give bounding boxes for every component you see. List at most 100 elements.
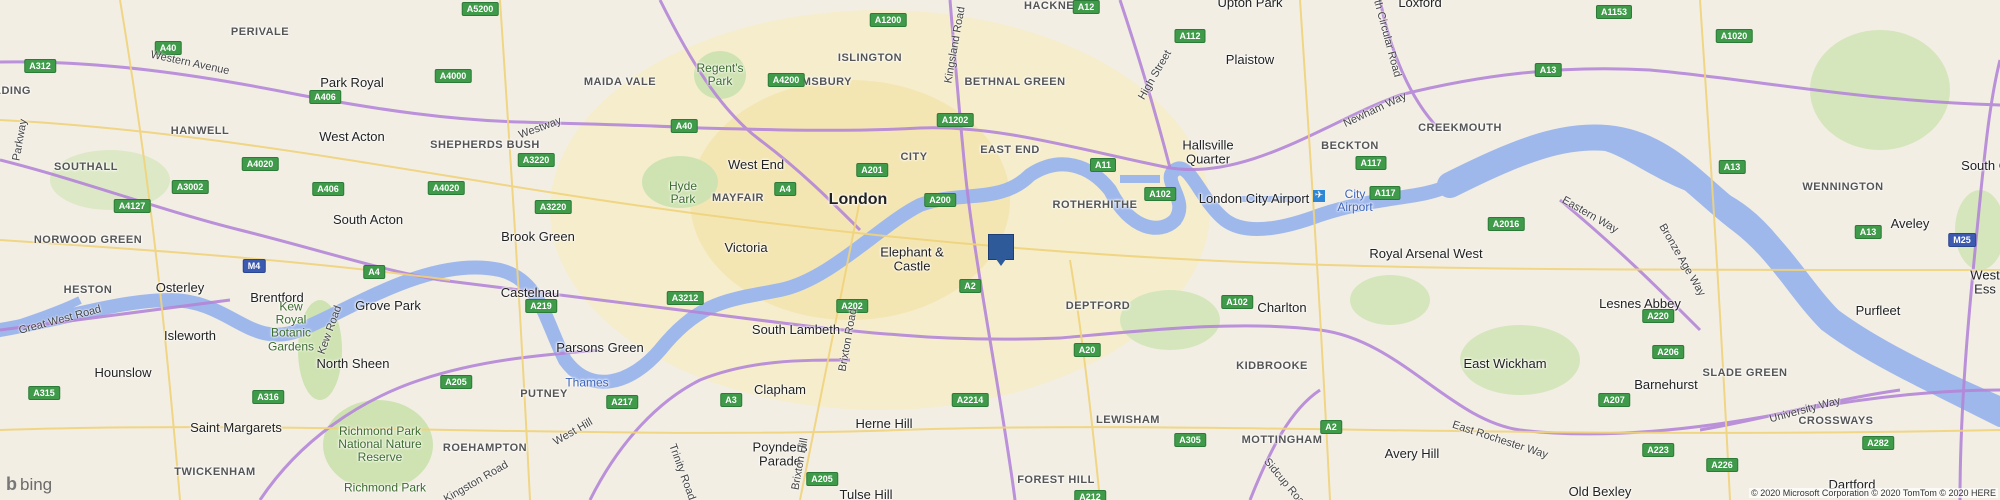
place-label-shepherds-bush: SHEPHERDS BUSH xyxy=(430,138,540,151)
road-shield-a1202: A1202 xyxy=(936,113,974,127)
place-label-south-o: South O xyxy=(1961,157,2000,173)
place-label-bethnal-green: BETHNAL GREEN xyxy=(964,75,1066,88)
bing-logo: b bing xyxy=(6,474,52,495)
road-shield-a4000: A4000 xyxy=(434,69,472,83)
place-label-london-city-airport: London City Airport xyxy=(1198,190,1310,206)
place-label-isleworth: Isleworth xyxy=(163,327,217,343)
road-shield-a13-wenn: A13 xyxy=(1854,225,1882,239)
place-label-crossways: CROSSWAYS xyxy=(1798,414,1874,427)
place-label-purfleet: Purfleet xyxy=(1855,302,1901,318)
place-label-roehampton: ROEHAMPTON xyxy=(442,441,528,454)
place-label-south-lambeth: South Lambeth xyxy=(751,321,841,337)
place-label-hyde-park: Hyde Park xyxy=(668,178,698,206)
place-label-regents-park: Regent's Park xyxy=(696,60,744,88)
road-shield-a12-n: A12 xyxy=(1072,0,1100,14)
place-label-hanwell: HANWELL xyxy=(170,124,230,137)
place-label-mottingham: MOTTINGHAM xyxy=(1241,433,1323,446)
place-label-norwood-green: NORWOOD GREEN xyxy=(33,233,143,246)
road-shield-a117-s: A117 xyxy=(1369,186,1401,200)
place-label-park-royal: Park Royal xyxy=(320,74,384,90)
road-shield-a3212: A3212 xyxy=(666,291,704,305)
road-shield-a11: A11 xyxy=(1089,158,1117,172)
road-shield-a200: A200 xyxy=(924,193,956,207)
place-label-clapham: Clapham xyxy=(753,381,807,397)
place-label-putney: PUTNEY xyxy=(520,387,568,400)
place-label-loxford: Loxford xyxy=(1398,0,1442,10)
place-label-grove-park: Grove Park xyxy=(355,297,421,313)
place-label-herne-hill: Herne Hill xyxy=(855,415,913,431)
road-shield-a305: A305 xyxy=(1174,433,1206,447)
place-label-west-ess: West Ess xyxy=(1970,267,2000,297)
road-shield-a13-e: A13 xyxy=(1534,63,1562,77)
place-label-avery-hill: Avery Hill xyxy=(1384,445,1440,461)
road-shield-a3220-n: A3220 xyxy=(517,153,555,167)
road-shield-a4-w: A4 xyxy=(363,265,385,279)
place-label-city-airport: City Airport xyxy=(1337,186,1373,214)
place-label-beckton: BECKTON xyxy=(1321,139,1379,152)
road-shield-a212: A212 xyxy=(1074,490,1106,500)
place-label-brook-green: Brook Green xyxy=(501,228,575,244)
road-shield-a219: A219 xyxy=(525,299,557,313)
place-label-osterley: Osterley xyxy=(155,279,205,295)
place-label-richmond-park-nnr: Richmond Park National Nature Reserve xyxy=(338,424,422,465)
place-label-castelnau: Castelnau xyxy=(500,284,560,300)
road-shield-a4127: A4127 xyxy=(113,199,151,213)
road-shield-a3: A3 xyxy=(720,393,742,407)
location-marker-icon[interactable] xyxy=(988,234,1014,266)
place-label-barnehurst: Barnehurst xyxy=(1634,376,1698,392)
place-label-upton-park: Upton Park xyxy=(1217,0,1283,10)
road-shield-a201: A201 xyxy=(856,163,888,177)
place-label-forest-hill: FOREST HILL xyxy=(1017,473,1095,486)
place-label-hallsville-quarter: Hallsville Quarter xyxy=(1182,137,1234,167)
place-label-perivale: PERIVALE xyxy=(230,25,290,38)
road-shield-a315: A315 xyxy=(28,386,60,400)
road-shield-a4: A4 xyxy=(774,182,796,196)
place-label-maida-vale: MAIDA VALE xyxy=(583,75,657,88)
road-shield-a112: A112 xyxy=(1174,29,1206,43)
place-label-southall: SOUTHALL xyxy=(54,160,118,173)
road-shield-a406-n: A406 xyxy=(309,90,341,104)
road-shield-a2-s: A2 xyxy=(1320,420,1342,434)
road-shield-a2: A2 xyxy=(959,279,981,293)
road-shield-a223: A223 xyxy=(1642,443,1674,457)
road-shield-a102-s: A102 xyxy=(1221,295,1253,309)
road-shield-a4020-w: A4020 xyxy=(241,157,279,171)
place-label-plaistow: Plaistow xyxy=(1225,51,1275,67)
road-shield-a282: A282 xyxy=(1862,436,1894,450)
place-label-wennington: WENNINGTON xyxy=(1802,180,1884,193)
road-shield-a102-n: A102 xyxy=(1144,187,1176,201)
place-label-slade-green: SLADE GREEN xyxy=(1702,366,1788,379)
road-shield-a406-s: A406 xyxy=(312,182,344,196)
place-label-islington: ISLINGTON xyxy=(837,51,903,64)
place-label-east-wickham: East Wickham xyxy=(1463,355,1547,371)
place-label-rotherhithe: ROTHERHITHE xyxy=(1052,198,1138,211)
place-label-old-bexley: Old Bexley xyxy=(1568,483,1632,499)
road-shield-a3220-s: A3220 xyxy=(534,200,572,214)
place-label-royal-arsenal-west: Royal Arsenal West xyxy=(1369,245,1483,261)
place-label-kew-gardens: Kew Royal Botanic Gardens xyxy=(267,299,315,354)
road-shield-a4200: A4200 xyxy=(767,73,805,87)
road-shield-a4020-c: A4020 xyxy=(427,181,465,195)
place-label-north-sheen: North Sheen xyxy=(316,355,390,371)
road-shield-m4: M4 xyxy=(242,259,266,273)
road-shield-a207: A207 xyxy=(1598,393,1630,407)
road-shield-a40-c: A40 xyxy=(670,119,698,133)
road-shield-a217: A217 xyxy=(606,395,638,409)
road-shield-a13-far: A13 xyxy=(1718,160,1746,174)
place-label-west-acton: West Acton xyxy=(319,128,385,144)
place-label-charlton: Charlton xyxy=(1257,299,1307,315)
road-shield-a1020: A1020 xyxy=(1715,29,1753,43)
place-label-creekmouth: CREEKMOUTH xyxy=(1418,121,1502,134)
road-shield-a20: A20 xyxy=(1073,343,1101,357)
place-label-parsons-green: Parsons Green xyxy=(556,339,644,355)
place-label-east-end: EAST END xyxy=(980,143,1040,156)
road-shield-a220: A220 xyxy=(1642,309,1674,323)
place-label-ading: ADING xyxy=(0,84,31,97)
road-shield-a316: A316 xyxy=(252,390,284,404)
road-shield-a205-s: A205 xyxy=(806,472,838,486)
place-label-deptford: DEPTFORD xyxy=(1065,299,1131,312)
place-label-south-acton: South Acton xyxy=(332,211,404,227)
road-shield-m25: M25 xyxy=(1948,233,1976,247)
map-canvas[interactable]: Upton Park Loxford HACKNEY PERIVALE ISLINGTO… xyxy=(0,0,2000,500)
copyright-notice: © 2020 Microsoft Corporation © 2020 TomT… xyxy=(1749,488,1998,498)
